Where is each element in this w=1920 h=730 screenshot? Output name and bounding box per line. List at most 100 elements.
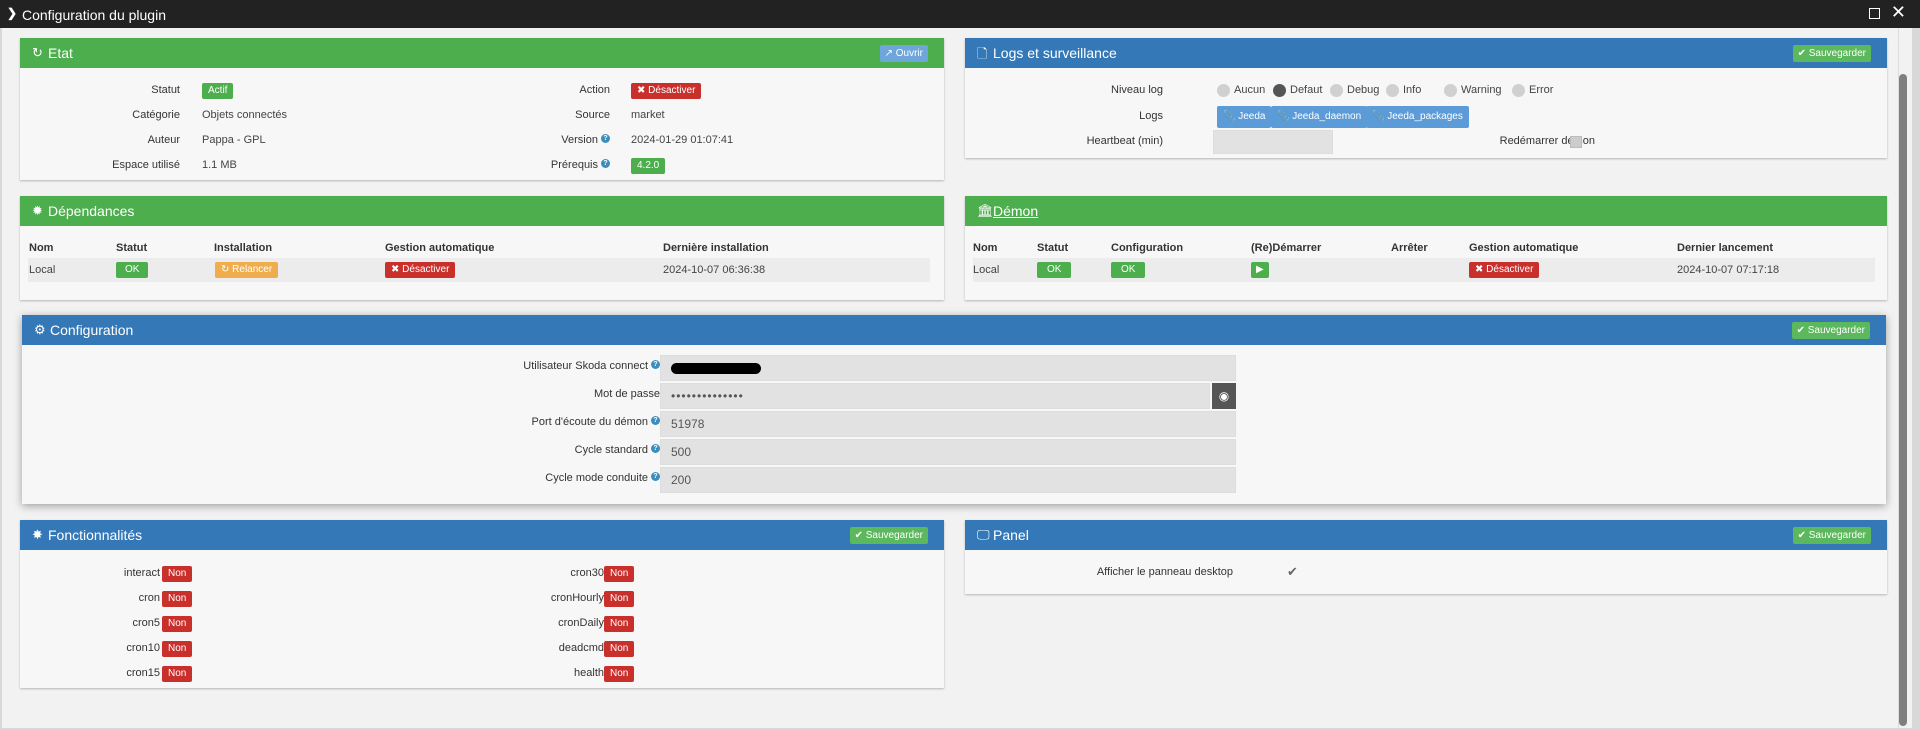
radio-debug-label: Debug: [1347, 84, 1380, 96]
open-button[interactable]: ↗ Ouvrir: [879, 45, 928, 62]
bank-icon: 🏛: [977, 203, 994, 218]
log-jeeda-daemon-button[interactable]: 📎 Jeeda_daemon: [1271, 106, 1368, 128]
cyclemode-input[interactable]: 200: [660, 467, 1236, 493]
log-jeeda-packages-button[interactable]: 📎 Jeeda_packages: [1366, 106, 1469, 128]
prerequis-label: Prérequis?: [551, 159, 610, 171]
demon-col-config: Configuration: [1111, 242, 1184, 254]
fonc-right-badge-4[interactable]: Non: [604, 666, 635, 682]
config-save-label: Sauvegarder: [1807, 325, 1865, 336]
relancer-button[interactable]: ↻ Relancer: [215, 262, 279, 278]
espace-value: 1.1 MB: [202, 159, 237, 171]
gear-icon: ✹: [32, 203, 43, 218]
radio-warning[interactable]: [1444, 84, 1457, 97]
fonc-left-badge-4[interactable]: Non: [162, 666, 193, 682]
help-icon[interactable]: ?: [651, 360, 660, 369]
fonc-left-badge-3[interactable]: Non: [162, 641, 193, 657]
fonc-left-badge-2[interactable]: Non: [162, 616, 193, 632]
log-jeeda-button[interactable]: 📎 Jeeda: [1217, 106, 1272, 128]
etat-header: ↻ Etat ↗ Ouvrir: [20, 38, 944, 68]
deps-title: Dépendances: [48, 203, 135, 219]
action-label: Action: [579, 84, 610, 96]
help-icon[interactable]: ?: [601, 134, 610, 143]
prerequis-label-text: Prérequis: [550, 159, 598, 171]
deps-header: ✹ Dépendances: [20, 196, 944, 226]
fonc-left-label-1: cron: [138, 592, 160, 604]
puzzle-icon: ✸: [32, 527, 43, 542]
fonc-right-badge-3[interactable]: Non: [604, 641, 635, 657]
config-panel: ⚙ Configuration ✔ Sauvegarder Utilisateu…: [22, 315, 1886, 504]
desktop-checkbox[interactable]: ✔: [1287, 564, 1298, 580]
auteur-value: Pappa - GPL: [202, 134, 266, 146]
help-icon[interactable]: ?: [651, 444, 660, 453]
desactiver-plugin-button[interactable]: ✖ Désactiver: [631, 83, 702, 99]
panel-panel: 🖵 Panel ✔ Sauvegarder Afficher le pannea…: [965, 520, 1887, 594]
pass-input[interactable]: ••••••••••••••: [660, 383, 1210, 409]
deps-nom: Local: [29, 264, 56, 276]
deps-col-nom: Nom: [29, 242, 54, 254]
config-save-button[interactable]: ✔ Sauvegarder: [1791, 322, 1870, 339]
auteur-label: Auteur: [147, 134, 180, 146]
radio-info[interactable]: [1386, 84, 1399, 97]
fonc-right-label-1: cronHourly: [550, 592, 604, 604]
demon-col-dernier: Dernier lancement: [1677, 242, 1773, 254]
demon-col-statut: Statut: [1037, 242, 1069, 254]
demon-title[interactable]: Démon: [993, 203, 1038, 219]
demon-col-demarrer: (Re)Démarrer: [1251, 242, 1322, 254]
scrollbar-thumb[interactable]: [1899, 74, 1907, 726]
close-icon[interactable]: ✕: [1891, 3, 1906, 21]
categorie-label: Catégorie: [132, 109, 180, 121]
radio-aucun[interactable]: [1217, 84, 1230, 97]
fonc-left-label-4: cron15: [126, 667, 160, 679]
demon-desactiver-button[interactable]: ✖ Désactiver: [1469, 262, 1540, 278]
heartbeat-label: Heartbeat (min): [1086, 135, 1163, 147]
radio-error[interactable]: [1512, 84, 1525, 97]
cycle-input[interactable]: 500: [660, 439, 1236, 465]
desktop-label: Afficher le panneau desktop: [1096, 566, 1233, 578]
deps-desactiver-label: Désactiver: [402, 264, 450, 275]
fonc-panel: ✸ Fonctionnalités ✔ Sauvegarder interact…: [20, 520, 944, 688]
port-label: Port d'écoute du démon?: [532, 416, 660, 428]
port-input[interactable]: 51978: [660, 411, 1236, 437]
source-label: Source: [575, 109, 610, 121]
statut-badge: Actif: [202, 83, 234, 99]
restart-demon-checkbox[interactable]: [1570, 136, 1582, 148]
fonc-left-label-3: cron10: [126, 642, 160, 654]
version-label-text: Version: [561, 134, 598, 146]
eye-icon[interactable]: ◉: [1212, 383, 1236, 409]
help-icon[interactable]: ?: [651, 472, 660, 481]
play-icon[interactable]: ▶: [1251, 262, 1269, 278]
help-icon[interactable]: ?: [601, 159, 610, 168]
fonc-right-label-2: cronDaily: [558, 617, 604, 629]
fonc-right-badge-1[interactable]: Non: [604, 591, 635, 607]
maximize-icon[interactable]: [1869, 8, 1880, 19]
fonc-left-badge-0[interactable]: Non: [162, 566, 193, 582]
radio-debug[interactable]: [1330, 84, 1343, 97]
categorie-value: Objets connectés: [202, 109, 287, 121]
demon-col-gestion: Gestion automatique: [1469, 242, 1579, 254]
help-icon[interactable]: ?: [651, 416, 660, 425]
config-title: Configuration: [50, 322, 134, 338]
fonc-right-badge-2[interactable]: Non: [604, 616, 635, 632]
window-title: Configuration du plugin: [22, 7, 166, 23]
fonc-right-badge-0[interactable]: Non: [604, 566, 635, 582]
user-input[interactable]: [660, 355, 1236, 381]
panel-save-label: Sauvegarder: [1808, 530, 1866, 541]
panel-save-button[interactable]: ✔ Sauvegarder: [1792, 527, 1871, 544]
open-button-label: Ouvrir: [895, 48, 923, 59]
file-icon: 🗋: [977, 46, 988, 61]
demon-last-launch: 2024-10-07 07:17:18: [1677, 264, 1780, 276]
heartbeat-input[interactable]: [1213, 130, 1333, 154]
deps-col-gestion: Gestion automatique: [385, 242, 495, 254]
logs-save-label: Sauvegarder: [1808, 48, 1866, 59]
fonc-right-label-0: cron30: [570, 567, 604, 579]
fonc-save-button[interactable]: ✔ Sauvegarder: [849, 527, 928, 544]
demon-col-arreter: Arrêter: [1391, 242, 1428, 254]
deps-desactiver-button[interactable]: ✖ Désactiver: [385, 262, 456, 278]
logs-save-button[interactable]: ✔ Sauvegarder: [1792, 45, 1871, 62]
fonc-left-badge-1[interactable]: Non: [162, 591, 193, 607]
fonc-title: Fonctionnalités: [48, 527, 143, 543]
monitor-icon: 🖵: [977, 527, 990, 542]
panel-header: 🖵 Panel ✔ Sauvegarder: [965, 520, 1887, 550]
radio-defaut[interactable]: [1273, 84, 1286, 97]
chevron-right-icon: ❯: [7, 6, 18, 20]
